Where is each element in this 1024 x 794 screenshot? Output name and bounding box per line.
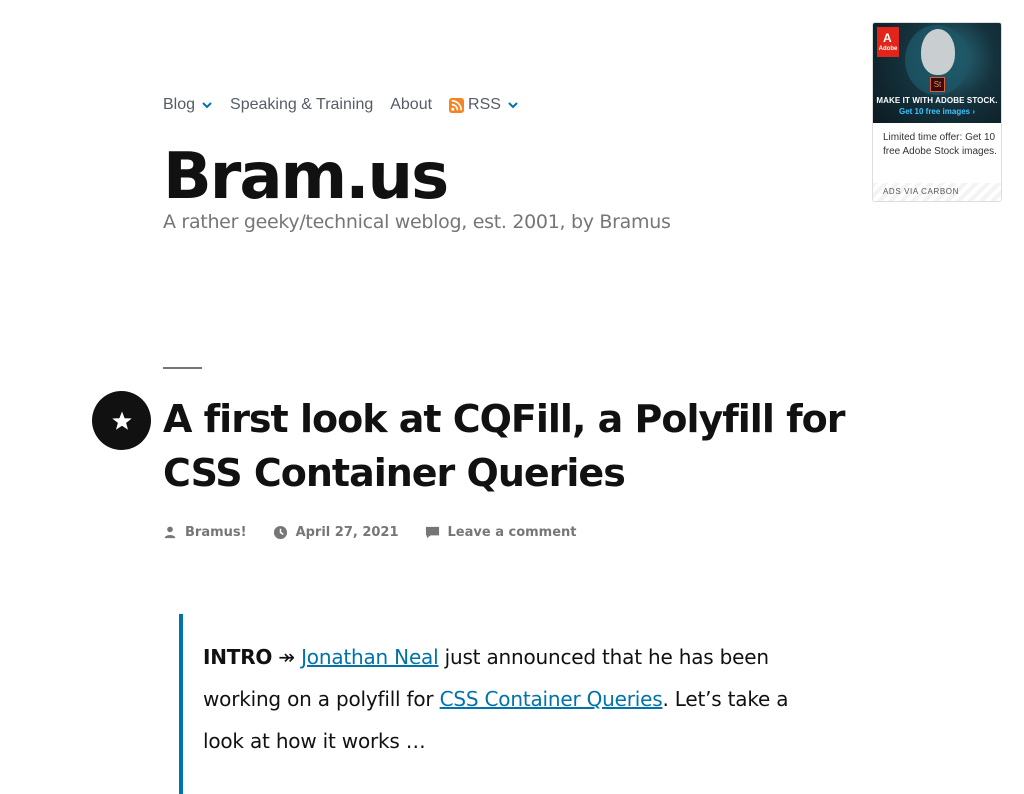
nav-item-about[interactable]: About [390, 96, 432, 114]
post-title[interactable]: A first look at CQFill, a Polyfill for C… [163, 392, 883, 500]
jonathan-neal-link[interactable]: Jonathan Neal [301, 645, 439, 669]
title-separator [163, 367, 202, 369]
ad-image-face [921, 29, 955, 75]
intro-paragraph: INTRO ↠ Jonathan Neal just announced tha… [203, 636, 833, 762]
date-text: April 27, 2021 [295, 524, 399, 540]
intro-blockquote: INTRO ↠ Jonathan Neal just announced tha… [179, 614, 839, 794]
star-icon [111, 411, 132, 430]
main-navigation: Blog Speaking & Training About RSS [163, 92, 536, 118]
site-description: A rather geeky/technical weblog, est. 20… [163, 211, 671, 233]
comments-text: Leave a comment [447, 524, 577, 540]
person-icon [164, 526, 176, 539]
intro-arrow: ↠ [272, 645, 302, 669]
nav-item-rss[interactable]: RSS [449, 96, 519, 114]
ad-image[interactable]: A Adobe St MAKE IT WITH ADOBE STOCK. Get… [873, 23, 1001, 123]
post-comments-link[interactable]: Leave a comment [425, 525, 577, 540]
adobe-a-icon: A [883, 31, 892, 45]
sticky-post-badge [92, 391, 151, 450]
rss-icon [449, 97, 465, 113]
nav-item-label: About [390, 96, 433, 113]
ad-cta[interactable]: Get 10 free images › [873, 107, 1001, 116]
post-author[interactable]: Bramus! [163, 525, 247, 540]
adobe-logo-text: Adobe [878, 46, 898, 52]
carbon-ad[interactable]: A Adobe St MAKE IT WITH ADOBE STOCK. Get… [872, 22, 1002, 202]
nav-item-speaking-training[interactable]: Speaking & Training [230, 96, 373, 114]
chevron-down-icon [508, 102, 518, 109]
comment-icon [425, 526, 439, 538]
chevron-down-icon [202, 102, 212, 109]
adobe-stock-badge: St [930, 77, 945, 92]
nav-item-label: Blog [163, 96, 196, 113]
adobe-logo: A Adobe [877, 27, 899, 57]
nav-item-label: Speaking & Training [230, 96, 374, 113]
site-title[interactable]: Bram.us [163, 138, 449, 216]
intro-label: INTRO [203, 645, 273, 669]
css-container-queries-link[interactable]: CSS Container Queries [440, 687, 663, 711]
post-date[interactable]: April 27, 2021 [273, 525, 399, 540]
ad-text[interactable]: Limited time offer: Get 10 free Adobe St… [883, 131, 997, 159]
post-meta: Bramus! April 27, 2021 Leave a comment [163, 522, 603, 542]
nav-item-label: RSS [468, 96, 501, 113]
ad-via-carbon[interactable]: ADS VIA CARBON [873, 183, 1001, 201]
author-name: Bramus! [185, 524, 247, 540]
nav-item-blog[interactable]: Blog [163, 96, 213, 114]
clock-icon [273, 525, 287, 539]
ad-headline: MAKE IT WITH ADOBE STOCK. [876, 96, 998, 105]
